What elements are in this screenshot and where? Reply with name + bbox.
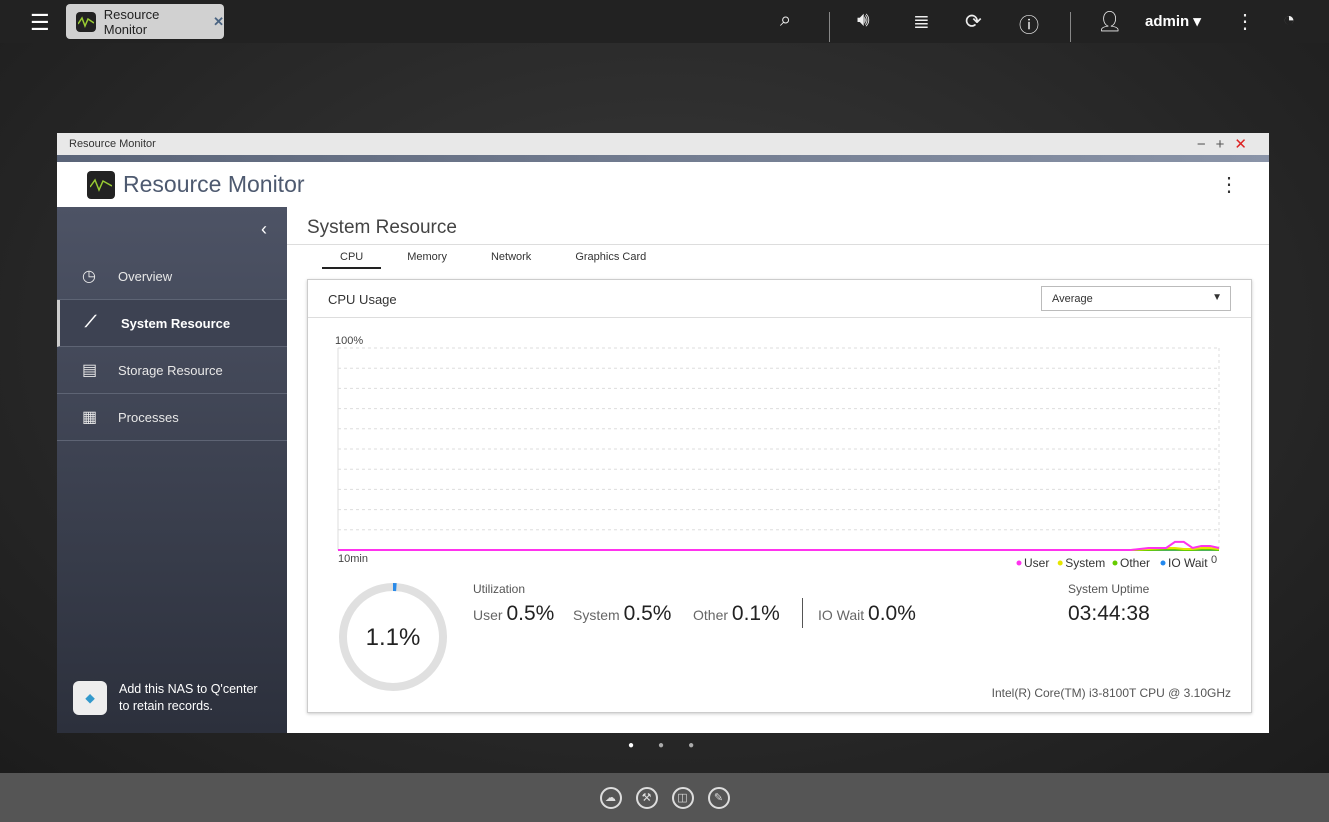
dashboard-icon[interactable]: ◔ bbox=[1283, 9, 1295, 32]
series-line-user bbox=[338, 540, 1220, 551]
resource-monitor-icon bbox=[76, 11, 96, 32]
sidebar-item-overview[interactable]: ◷ Overview bbox=[57, 253, 287, 300]
qcenter-text: Add this NAS to Q'center to retain recor… bbox=[119, 682, 258, 713]
sidebar-item-label: Storage Resource bbox=[118, 362, 223, 378]
tasks-icon[interactable]: ≣ bbox=[913, 9, 930, 34]
legend-dot bbox=[1057, 560, 1063, 566]
storage-icon: ▤ bbox=[82, 362, 98, 379]
window-titlebar[interactable]: Resource Monitor −+✕ bbox=[57, 133, 1269, 155]
y-top-label: 100% bbox=[335, 335, 363, 347]
qcenter-link[interactable]: ◆ Add this NAS to Q'center to retain reco… bbox=[73, 681, 269, 715]
username: admin bbox=[1145, 13, 1190, 30]
page-indicator[interactable]: ●●● bbox=[628, 740, 718, 751]
uptime-value: 03:44:38 bbox=[1068, 602, 1150, 625]
dropdown-value: Average bbox=[1052, 293, 1093, 305]
book-icon[interactable]: ◫ bbox=[671, 786, 694, 809]
card-title: CPU Usage bbox=[328, 292, 397, 307]
metric-value: 0.1% bbox=[731, 602, 780, 625]
cpu-usage-card: CPU Usage Average ▼ 100% 10min 0 User System O… bbox=[307, 279, 1252, 713]
legend-dot bbox=[1112, 560, 1118, 566]
legend-dot bbox=[1160, 560, 1166, 566]
more-icon[interactable]: ⋮ bbox=[1235, 9, 1255, 34]
chevron-down-icon: ▼ bbox=[1212, 292, 1222, 303]
chart-line-icon: ⟋ bbox=[85, 314, 97, 331]
tab-graphics-card[interactable]: Graphics Card bbox=[557, 251, 664, 269]
legend-dot bbox=[1016, 560, 1022, 566]
title-strip bbox=[57, 155, 1269, 162]
dock: ☁ ⚒ ◫ ✎ bbox=[0, 773, 1329, 822]
sidebar-item-storage-resource[interactable]: ▤ Storage Resource bbox=[57, 347, 287, 394]
close-icon[interactable]: ✕ bbox=[1234, 136, 1257, 153]
divider bbox=[1070, 12, 1071, 42]
divider bbox=[829, 12, 830, 42]
more-options-icon[interactable]: ⋮ bbox=[1219, 172, 1239, 197]
notes-icon[interactable]: ✎ bbox=[707, 786, 730, 809]
mode-dropdown[interactable]: Average ▼ bbox=[1041, 286, 1231, 311]
legend-item-other: Other bbox=[1120, 556, 1150, 570]
metric-value: 0.5% bbox=[506, 602, 555, 625]
user-icon[interactable]: 👤︎ bbox=[1097, 9, 1122, 34]
taskbar-tab-resource-monitor[interactable]: Resource Monitor ✕ bbox=[66, 4, 224, 39]
sync-icon[interactable]: ⟳ bbox=[965, 9, 982, 34]
qcenter-icon: ◆ bbox=[73, 681, 107, 715]
sidebar-item-label: Processes bbox=[118, 409, 179, 425]
info-icon[interactable]: ⓘ bbox=[1019, 9, 1039, 38]
window-title: Resource Monitor bbox=[69, 138, 156, 150]
minimize-icon[interactable]: − bbox=[1197, 136, 1216, 153]
app-header: Resource Monitor ⋮ bbox=[57, 162, 1269, 207]
metric-label: System bbox=[573, 607, 620, 623]
tab-network[interactable]: Network bbox=[473, 251, 549, 269]
close-tab-icon[interactable]: ✕ bbox=[213, 14, 224, 30]
sidebar-item-processes[interactable]: ▦ Processes bbox=[57, 394, 287, 441]
x-right-label: 0 bbox=[1211, 554, 1217, 566]
metric-value: 0.0% bbox=[868, 602, 916, 625]
volume-icon[interactable]: 🔊︎ bbox=[857, 9, 870, 32]
metric-label: User bbox=[473, 607, 503, 623]
cpu-model: Intel(R) Core(TM) i3-8100T CPU @ 3.10GHz bbox=[991, 686, 1231, 700]
search-icon[interactable]: ⌕ bbox=[780, 9, 791, 32]
app-logo-icon bbox=[87, 170, 115, 199]
legend-item-io-wait: IO Wait bbox=[1168, 556, 1208, 570]
metric-io-wait: IO Wait 0.0% bbox=[818, 602, 916, 626]
metric-value: 0.5% bbox=[623, 602, 672, 625]
maximize-icon[interactable]: + bbox=[1216, 136, 1235, 153]
cloud-icon[interactable]: ☁ bbox=[599, 786, 622, 809]
metric-user: User 0.5% bbox=[473, 602, 554, 626]
metric-label: IO Wait bbox=[818, 607, 865, 623]
sidebar-item-system-resource[interactable]: ⟋ System Resource bbox=[57, 300, 287, 347]
top-bar: ☰ Resource Monitor ✕ ⌕ 🔊︎ ≣ ⟳ ⓘ 👤︎ admin… bbox=[0, 0, 1329, 43]
utilization-label: Utilization bbox=[473, 582, 526, 596]
resource-monitor-window: Resource Monitor −+✕ Resource Monitor ⋮ … bbox=[57, 133, 1269, 733]
total-usage-donut: 1.1% bbox=[339, 583, 447, 691]
sidebar-item-label: System Resource bbox=[121, 315, 231, 331]
list-icon: ▦ bbox=[82, 409, 98, 426]
tab-title: Resource Monitor bbox=[103, 6, 160, 37]
metric-system: System 0.5% bbox=[573, 602, 671, 626]
page-title: System Resource bbox=[287, 207, 1269, 245]
metric-other: Other 0.1% bbox=[693, 602, 780, 626]
total-usage-value: 1.1% bbox=[366, 624, 421, 651]
resource-tabs: CPU Memory Network Graphics Card bbox=[287, 251, 1269, 269]
tools-icon[interactable]: ⚒ bbox=[635, 786, 658, 809]
app-title: Resource Monitor bbox=[123, 171, 305, 197]
user-menu[interactable]: admin ▾ bbox=[1145, 12, 1201, 30]
divider bbox=[802, 598, 803, 628]
x-left-label: 10min bbox=[338, 553, 368, 565]
tab-memory[interactable]: Memory bbox=[389, 251, 465, 269]
tab-cpu[interactable]: CPU bbox=[322, 251, 382, 269]
collapse-sidebar-icon[interactable]: ‹ bbox=[261, 219, 267, 240]
main-content: System Resource CPU Memory Network Graph… bbox=[287, 207, 1269, 733]
menu-icon[interactable]: ☰ bbox=[30, 10, 50, 36]
gauge-icon: ◷ bbox=[82, 268, 96, 285]
legend-item-system: System bbox=[1065, 556, 1105, 570]
metric-label: Other bbox=[693, 607, 729, 623]
sidebar-item-label: Overview bbox=[118, 268, 173, 284]
legend-item-user: User bbox=[1024, 556, 1049, 570]
uptime-label: System Uptime bbox=[1068, 582, 1150, 596]
sidebar: ‹ ◷ Overview ⟋ System Resource ▤ Storage Re… bbox=[57, 207, 287, 733]
cpu-chart: 100% 10min 0 User System Other IO Wait bbox=[335, 335, 1220, 570]
